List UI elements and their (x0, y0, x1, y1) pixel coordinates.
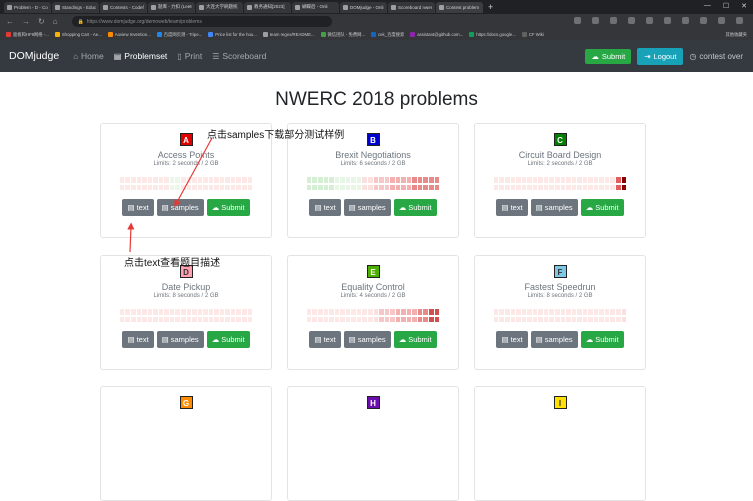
text-annotation: 点击text查看题目描述 (124, 258, 221, 269)
text-arrow (127, 222, 135, 253)
annotation-arrows (127, 137, 213, 253)
samples-annotation: 点击samples下载部分测试样例 (207, 130, 345, 141)
samples-arrow (174, 137, 213, 208)
